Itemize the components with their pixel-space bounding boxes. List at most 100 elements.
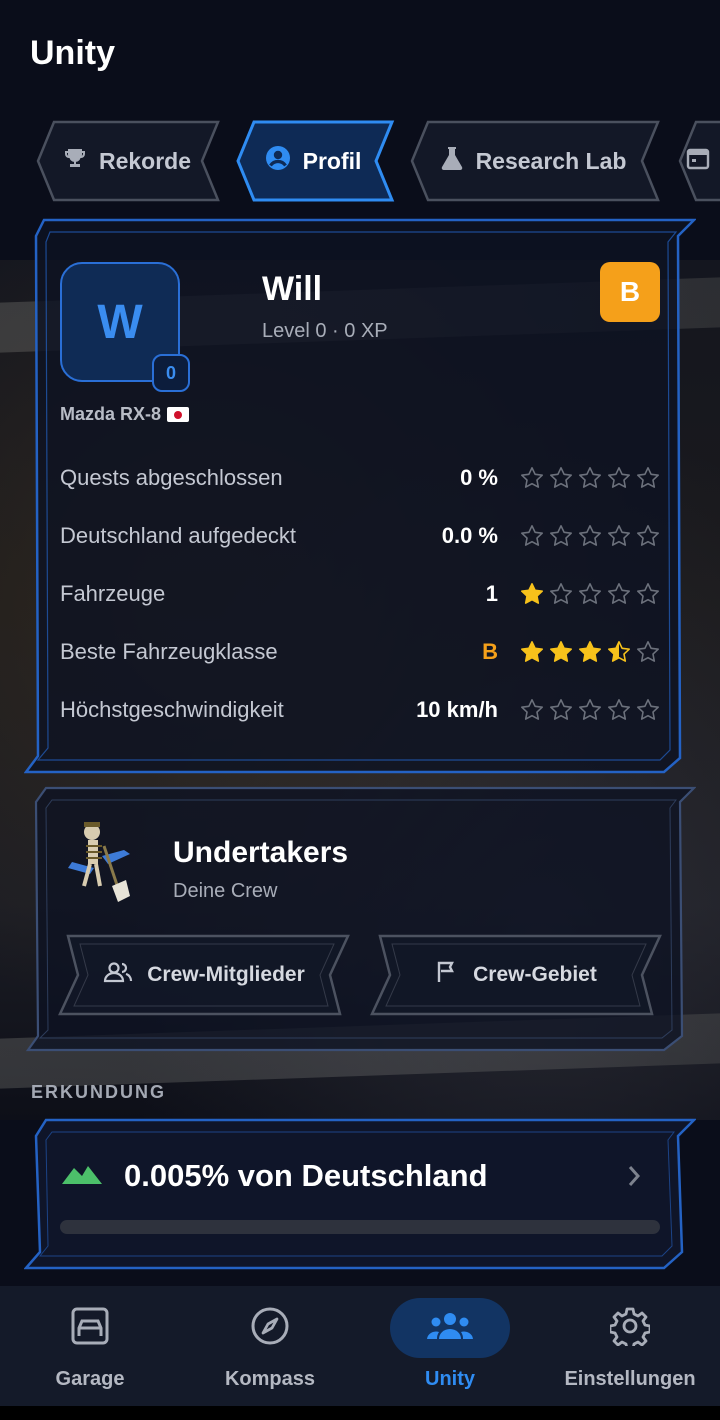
nav-item-unity[interactable]: Unity <box>360 1286 540 1406</box>
stat-label: Deutschland aufgedeckt <box>60 523 297 548</box>
crew-members-label: Crew-Mitglieder <box>147 963 305 986</box>
stat-row: Quests abgeschlossen 0 % <box>60 458 660 498</box>
star-empty-icon <box>637 641 659 662</box>
star-filled-icon <box>579 641 601 662</box>
star-filled-icon <box>521 641 543 662</box>
star-empty-icon <box>521 699 543 720</box>
garage-icon <box>70 1306 110 1351</box>
gear-icon <box>608 1306 652 1351</box>
nav-label: Garage <box>55 1368 125 1390</box>
user-circle-icon <box>265 145 291 177</box>
star-rating <box>520 524 660 548</box>
stat-label: Quests abgeschlossen <box>60 465 283 490</box>
crew-territory-label: Crew-Gebiet <box>473 963 597 986</box>
japan-flag-icon <box>167 407 190 422</box>
star-empty-icon <box>608 467 630 488</box>
nav-item-einstellungen[interactable]: Einstellungen <box>540 1286 720 1406</box>
stat-label: Fahrzeuge <box>60 581 166 606</box>
tab-research-lab[interactable]: Research Lab <box>404 118 662 204</box>
bottom-navigation: Garage Kompass Unity Einstellungen <box>0 1286 720 1406</box>
class-badge: B <box>600 262 660 322</box>
nav-icon-container <box>570 1298 690 1358</box>
nav-icon-container <box>210 1298 330 1358</box>
star-empty-icon <box>637 525 659 546</box>
calendar-icon <box>686 146 710 176</box>
exploration-card[interactable]: 0.005% von Deutschland <box>24 1118 696 1270</box>
crew-territory-button[interactable]: Crew-Gebiet <box>370 932 662 1018</box>
star-empty-icon <box>608 583 630 604</box>
group-outline-icon <box>103 961 133 989</box>
stat-row: Beste Fahrzeugklasse B <box>60 632 660 672</box>
nav-item-kompass[interactable]: Kompass <box>180 1286 360 1406</box>
group-icon <box>426 1311 474 1346</box>
car-name: Mazda RX-8 <box>60 404 190 425</box>
profile-card: W 0 Mazda RX-8 Will Level 0 · 0 XP B Que… <box>24 218 696 774</box>
star-empty-icon <box>550 699 572 720</box>
nav-label: Einstellungen <box>564 1368 696 1390</box>
star-rating <box>520 698 660 722</box>
section-label-erkundung: ERKUNDUNG <box>31 1082 166 1102</box>
crew-subtitle: Deine Crew <box>173 880 278 902</box>
star-empty-icon <box>521 467 543 488</box>
flag-outline-icon <box>435 960 459 990</box>
crew-name: Undertakers <box>173 836 349 869</box>
star-empty-icon <box>637 699 659 720</box>
stat-value: 0 % <box>460 465 498 490</box>
player-name: Will <box>262 270 323 308</box>
tab-rekorde[interactable]: Rekorde <box>32 118 222 204</box>
star-rating <box>520 640 660 664</box>
player-level: Level 0 · 0 XP <box>262 320 388 342</box>
avatar-letter: W <box>97 295 143 349</box>
nav-icon-container <box>30 1298 150 1358</box>
tab-calendar[interactable] <box>672 118 720 204</box>
avatar-level-badge: 0 <box>152 354 190 392</box>
star-empty-icon <box>637 467 659 488</box>
compass-icon <box>250 1306 290 1351</box>
crew-members-button[interactable]: Crew-Mitglieder <box>58 932 350 1018</box>
star-empty-icon <box>608 525 630 546</box>
page-title: Unity <box>30 34 115 72</box>
nav-label: Kompass <box>224 1368 316 1390</box>
star-half-icon <box>608 641 630 662</box>
stat-value: B <box>482 639 498 664</box>
stat-value: 1 <box>485 581 498 606</box>
system-bar <box>0 1406 720 1420</box>
trophy-icon <box>63 146 87 176</box>
star-empty-icon <box>579 467 601 488</box>
star-empty-icon <box>550 583 572 604</box>
star-empty-icon <box>521 525 543 546</box>
stat-row: Höchstgeschwindigkeit 10 km/h <box>60 690 660 730</box>
stat-label: Beste Fahrzeugklasse <box>60 639 278 664</box>
star-empty-icon <box>579 583 601 604</box>
star-empty-icon <box>579 525 601 546</box>
tab-label: Profil <box>302 147 362 174</box>
chevron-right-icon <box>626 1164 642 1193</box>
stat-row: Deutschland aufgedeckt 0.0 % <box>60 516 660 556</box>
star-empty-icon <box>579 699 601 720</box>
stat-value: 10 km/h <box>416 697 498 722</box>
stat-label: Höchstgeschwindigkeit <box>60 697 284 722</box>
crew-logo-icon <box>64 816 136 904</box>
star-rating <box>520 582 660 606</box>
star-filled-icon <box>521 583 543 604</box>
car-name-text: Mazda RX-8 <box>60 404 162 424</box>
flask-icon <box>440 145 464 177</box>
star-empty-icon <box>550 467 572 488</box>
terrain-icon <box>62 1162 102 1191</box>
crew-card: Undertakers Deine Crew Crew-Mitglieder C… <box>24 786 696 1054</box>
nav-item-garage[interactable]: Garage <box>0 1286 180 1406</box>
tab-label: Rekorde <box>98 147 192 174</box>
nav-icon-container <box>390 1298 510 1358</box>
nav-label: Unity <box>425 1368 475 1390</box>
star-empty-icon <box>550 525 572 546</box>
star-empty-icon <box>637 583 659 604</box>
star-rating <box>520 466 660 490</box>
tab-profil[interactable]: Profil <box>230 118 396 204</box>
star-empty-icon <box>608 699 630 720</box>
stat-row: Fahrzeuge 1 <box>60 574 660 614</box>
tab-label: Research Lab <box>475 147 627 174</box>
exploration-text: 0.005% von Deutschland <box>124 1158 488 1193</box>
stat-value: 0.0 % <box>441 523 498 548</box>
star-filled-icon <box>550 641 572 662</box>
exploration-progress-track <box>60 1220 660 1234</box>
